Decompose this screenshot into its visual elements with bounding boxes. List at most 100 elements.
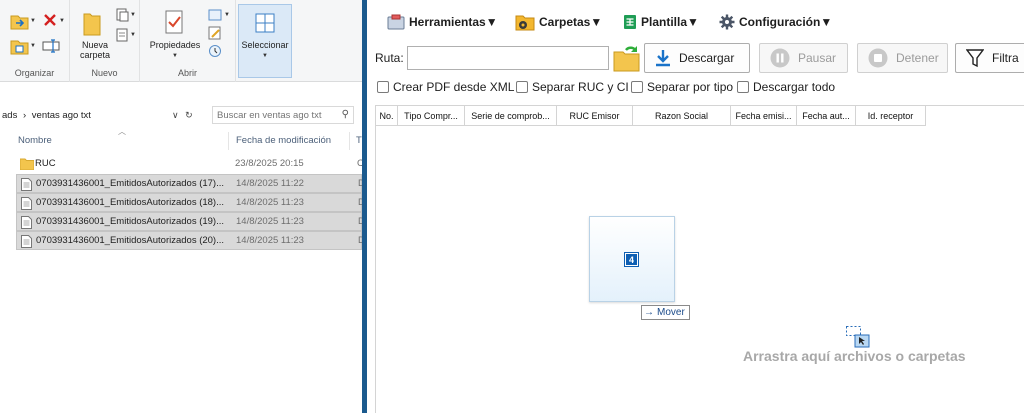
properties-icon[interactable] [164,10,184,34]
file-date: 14/8/2025 11:23 [236,216,304,227]
copy-to-icon[interactable] [10,37,30,55]
refresh-icon[interactable]: ↻ [185,110,193,120]
grid-column-razon-social[interactable]: Razon Social [633,106,731,126]
move-to-caret[interactable]: ▼ [30,18,36,24]
properties-caret[interactable]: ▼ [172,53,178,59]
text-file-icon [21,197,32,210]
ruta-label: Ruta: [375,51,404,65]
column-separator[interactable] [228,132,229,150]
download-button[interactable]: Descargar [644,43,750,73]
download-app-window: Herramientas▼ Carpetas▼ Plantilla▼ Confi… [367,0,1024,413]
results-grid[interactable]: No. Tipo Compr... Serie de comprob... RU… [375,105,1024,413]
ribbon-group-abrir: Propiedades ▼ ▼ Abrir [140,0,236,82]
grid-column-id-receptor[interactable]: Id. receptor [856,106,926,126]
menu-plantilla-label: Plantilla▼ [641,15,699,29]
list-item[interactable]: 0703931436001_EmitidosAutorizados (20)..… [16,231,362,250]
list-item[interactable]: 0703931436001_EmitidosAutorizados (17)..… [16,174,362,193]
breadcrumb[interactable]: ads › ventas ago txt [0,107,200,125]
menu-plantilla[interactable]: Plantilla▼ [623,12,699,32]
search-box[interactable]: ⚲ [212,106,354,124]
checkbox-descargar-todo-label: Descargar todo [753,80,836,94]
new-folder-button[interactable]: Nueva carpeta [74,40,116,60]
checkbox-descargar-todo[interactable]: Descargar todo [737,80,835,94]
breadcrumb-separator-icon: › [22,110,27,121]
open-icon[interactable] [208,8,222,22]
folder-gear-icon [515,15,535,31]
gear-icon [719,14,735,30]
ruta-input[interactable] [407,46,609,70]
checkbox-separar-tipo[interactable]: Separar por tipo [631,80,733,94]
menu-carpetas-label: Carpetas▼ [539,15,603,29]
new-folder-label-line1: Nueva [81,40,108,50]
copy-to-caret[interactable]: ▼ [30,43,36,49]
new-item-caret[interactable]: ▼ [130,12,136,18]
checkbox-descargar-todo-box[interactable] [737,81,749,93]
menu-herramientas[interactable]: Herramientas▼ [387,12,498,32]
column-header-modified[interactable]: Fecha de modificación [236,135,346,146]
download-icon [656,50,670,67]
search-input[interactable] [217,107,335,123]
file-explorer-window: ▼ ▼ ▼ Organizar Nueva carpeta ▼ ▼ Nuevo … [0,0,362,413]
filter-button[interactable]: Filtra [955,43,1024,73]
list-item[interactable]: 0703931436001_EmitidosAutorizados (19)..… [16,212,362,231]
stop-button-label: Detener [896,51,939,65]
file-list-header: Nombre Fecha de modificación Ti [0,130,362,152]
checkbox-separar-ruc-label: Separar RUC y CI [532,80,629,94]
move-arrow-icon: → [644,307,654,318]
menu-bar: Herramientas▼ Carpetas▼ Plantilla▼ Confi… [367,8,1024,36]
spreadsheet-icon [624,15,636,29]
list-item[interactable]: RUC 23/8/2025 20:15 C [16,155,362,174]
column-header-name[interactable]: Nombre [18,135,218,146]
breadcrumb-current[interactable]: ventas ago txt [32,110,91,121]
grid-column-fecha-emision[interactable]: Fecha emisi... [731,106,797,126]
drag-tooltip-label: Mover [657,307,685,318]
ribbon-group-label-nuevo: Nuevo [91,68,118,78]
ribbon-group-label-organizar: Organizar [14,68,55,78]
file-name: 0703931436001_EmitidosAutorizados (20)..… [36,235,225,246]
grid-column-serie[interactable]: Serie de comprob... [465,106,557,126]
file-date: 14/8/2025 11:23 [236,197,304,208]
checkbox-separar-ruc-box[interactable] [516,81,528,93]
open-caret[interactable]: ▼ [224,12,230,18]
text-file-icon [21,235,32,248]
rename-icon[interactable] [42,39,60,53]
stop-icon [868,48,888,68]
easy-access-caret[interactable]: ▼ [130,32,136,38]
new-folder-icon[interactable] [83,10,101,36]
browse-folder-icon[interactable] [613,44,640,72]
search-icon[interactable]: ⚲ [342,109,349,120]
checkbox-separar-tipo-box[interactable] [631,81,643,93]
drag-ghost: 4 [589,216,675,302]
breadcrumb-parent[interactable]: ads [2,110,17,121]
download-button-label: Descargar [679,51,735,65]
menu-configuracion[interactable]: Configuración▼ [719,12,832,32]
grid-column-fecha-autorizacion[interactable]: Fecha aut... [797,106,856,126]
checkbox-crear-pdf[interactable]: Crear PDF desde XML [377,80,514,94]
file-list: RUC 23/8/2025 20:15 C 0703931436001_Emit… [16,155,362,250]
select-button[interactable]: Seleccionar ▼ [238,4,292,78]
history-icon[interactable] [208,44,222,58]
menu-carpetas[interactable]: Carpetas▼ [515,12,602,32]
drag-count-badge: 4 [624,252,639,267]
address-history-chevron-icon[interactable]: ∨ [172,110,179,120]
edit-icon[interactable] [208,26,222,40]
grid-column-ruc-emisor[interactable]: RUC Emisor [557,106,633,126]
drop-hint-text: Arrastra aquí archivos o carpetas [743,348,966,364]
stop-button[interactable]: Detener [857,43,948,73]
pause-button[interactable]: Pausar [759,43,848,73]
move-to-icon[interactable] [10,12,30,30]
column-separator[interactable] [349,132,350,150]
grid-column-no[interactable]: No. [376,106,398,126]
file-date: 14/8/2025 11:23 [236,235,304,246]
menu-configuracion-label: Configuración▼ [739,15,833,29]
new-item-icon[interactable] [115,8,129,22]
delete-icon[interactable] [43,13,57,27]
checkbox-crear-pdf-box[interactable] [377,81,389,93]
easy-access-icon[interactable] [115,28,129,42]
checkbox-separar-tipo-label: Separar por tipo [647,80,734,94]
delete-caret[interactable]: ▼ [59,18,65,24]
properties-button[interactable]: Propiedades [146,40,204,50]
grid-column-tipo[interactable]: Tipo Compr... [398,106,465,126]
list-item[interactable]: 0703931436001_EmitidosAutorizados (18)..… [16,193,362,212]
checkbox-separar-ruc[interactable]: Separar RUC y CI [516,80,629,94]
